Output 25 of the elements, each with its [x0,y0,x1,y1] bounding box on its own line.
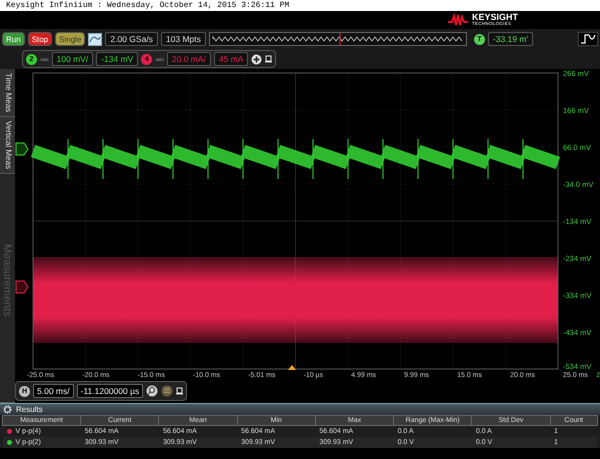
memory-depth-field[interactable]: 103 Mpts [160,32,206,46]
side-tab[interactable]: Vertical Meas [0,117,15,174]
logo-name: KEYSIGHT [472,13,518,22]
logo-wave-icon [446,13,469,27]
timebase-position-field[interactable]: -11.1200000 µs [76,384,144,398]
trigger-position-icon[interactable] [288,365,296,370]
add-icon[interactable] [251,54,262,64]
sample-rate-field[interactable]: 2.00 GSa/s [105,32,158,46]
side-tab[interactable]: Time Meas [0,69,15,118]
trigger-mode-icon[interactable] [578,32,598,46]
channel-scale-field[interactable]: 100 mV/ [52,52,94,66]
window-title: Keysight Infiniium : Wednesday, October 14, 2015 3:26:11 PM [6,1,290,10]
results-title: Results [16,405,43,414]
timebase-scale-field[interactable]: 5.00 ms/ [33,384,74,398]
channel-scale-field[interactable]: 20.0 mA/ [166,52,211,66]
run-button[interactable]: Run [2,32,25,46]
channel-offset-field[interactable]: -134 mV [96,52,138,66]
settings-icon[interactable] [3,405,12,414]
ground-marker-icon[interactable] [16,280,29,294]
zoom-icon[interactable] [146,385,158,397]
ground-marker-icon[interactable] [16,142,29,156]
channel-offset-field[interactable]: 45 mA [214,52,248,66]
single-button[interactable]: Single [55,32,86,46]
stop-button[interactable]: Stop [28,32,52,46]
trigger-level-field[interactable]: -33.19 m' [488,32,534,46]
